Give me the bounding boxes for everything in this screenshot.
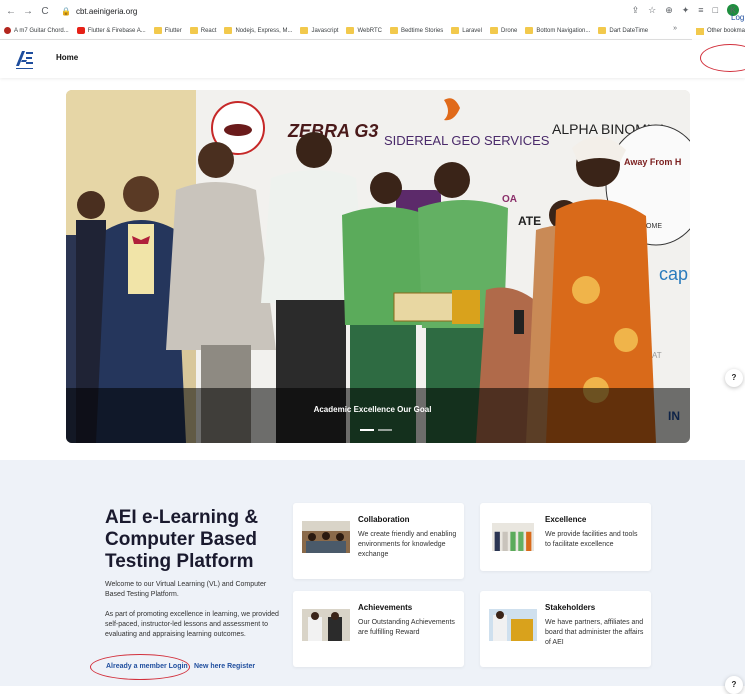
bookmark-folder[interactable]: Dart DateTime (594, 27, 652, 34)
hero-photo: ZEBRA G3 SIDEREAL GEO SERVICES ALPHA BIN… (66, 90, 690, 443)
address-bar[interactable]: cbt.aeinigeria.org (76, 7, 137, 16)
folder-icon (224, 27, 233, 34)
folder-icon (451, 27, 460, 34)
bookmark-item[interactable]: A m7 Guitar Chord... (0, 27, 73, 34)
intro-title: AEI e-Learning & Computer Based Testing … (105, 507, 259, 572)
help-button[interactable]: ? (725, 369, 743, 387)
card-thumbnail (302, 609, 350, 641)
bookmark-folder[interactable]: Drone (486, 27, 521, 34)
aei-logo[interactable] (14, 48, 34, 70)
youtube-icon (76, 27, 85, 34)
bookmark-folder[interactable]: Bottom Navigation... (521, 27, 594, 34)
card-thumbnail (302, 521, 350, 553)
folder-icon (346, 27, 355, 34)
bookmark-folder[interactable]: WebRTC (342, 27, 385, 34)
guitar-icon (4, 27, 11, 34)
banner-text: SIDEREAL GEO SERVICES (384, 133, 550, 148)
help-button[interactable]: ? (725, 676, 743, 694)
carousel-indicator[interactable] (360, 429, 374, 431)
folder-icon (189, 27, 198, 34)
card-text: We create friendly and enabling environm… (358, 531, 457, 558)
card-title: Collaboration (358, 515, 410, 524)
bookmark-folder[interactable]: React (186, 27, 221, 34)
bookmark-folder[interactable]: Bedtime Stories (386, 27, 447, 34)
card-title: Excellence (545, 515, 587, 524)
hero-caption: Academic Excellence Our Goal (313, 405, 432, 414)
banner-text: cap (659, 264, 688, 284)
bookmark-folder[interactable]: Javascript (296, 27, 342, 34)
reading-list-icon[interactable]: ≡ (698, 5, 703, 15)
bookmarks-overflow-icon[interactable]: » (673, 25, 677, 32)
folder-icon (695, 27, 704, 35)
card-title: Stakeholders (545, 603, 596, 612)
banner-text: ATE (518, 214, 541, 228)
hero-carousel[interactable]: ZEBRA G3 SIDEREAL GEO SERVICES ALPHA BIN… (66, 90, 690, 443)
folder-icon (300, 27, 309, 34)
folder-icon (489, 27, 498, 34)
extension-icon[interactable]: ⊕ (665, 5, 673, 16)
star-icon[interactable]: ☆ (648, 5, 656, 16)
folder-icon (389, 27, 398, 34)
bookmark-folder[interactable]: Nodejs, Express, M... (220, 27, 296, 34)
intro-welcome-text: Welcome to our Virtual Learning (VL) and… (105, 581, 267, 598)
carousel-indicator[interactable] (378, 429, 392, 431)
header-login-link[interactable]: Log (731, 13, 744, 22)
reload-icon[interactable]: C (39, 6, 51, 17)
browser-toolbar: ← → C 🔒 cbt.aeinigeria.org ⇪ ☆ ⊕ ✦ ≡ □ K (0, 0, 745, 22)
forward-icon[interactable]: → (22, 6, 34, 17)
carousel-indicators (360, 429, 392, 431)
bookmark-folder[interactable]: Laravel (447, 27, 486, 34)
sidepanel-icon[interactable]: □ (713, 5, 718, 15)
bookmark-folder[interactable]: Flutter (150, 27, 186, 34)
nav-home-link[interactable]: Home (56, 53, 78, 62)
feature-card-collaboration: Collaboration We create friendly and ena… (293, 503, 464, 579)
puzzle-icon[interactable]: ✦ (682, 5, 690, 16)
folder-icon (598, 27, 607, 34)
intro-body-text: As part of promoting excellence in learn… (105, 611, 279, 638)
bookmarks-bar: A m7 Guitar Chord... Flutter & Firebase … (0, 22, 745, 40)
banner-text: AT (652, 351, 662, 360)
folder-icon (153, 27, 162, 34)
feature-card-achievements: Achievements Our Outstanding Achievement… (293, 591, 464, 667)
other-bookmarks[interactable]: Other bookma (691, 22, 745, 40)
register-link[interactable]: New here Register (194, 663, 255, 670)
card-thumbnail (489, 609, 537, 641)
banner-text: OA (502, 194, 517, 205)
card-title: Achievements (358, 603, 413, 612)
folder-icon (525, 27, 534, 34)
banner-text: Away From H (624, 157, 681, 167)
bookmark-item[interactable]: Flutter & Firebase A... (73, 27, 150, 34)
card-text: We provide facilities and tools to facil… (545, 531, 638, 548)
card-thumbnail (492, 523, 534, 551)
annotation-circle (90, 654, 190, 680)
feature-card-stakeholders: Stakeholders We have partners, affiliate… (480, 591, 651, 667)
back-icon[interactable]: ← (5, 6, 17, 17)
card-text: Our Outstanding Achievements are fulfill… (358, 619, 455, 636)
feature-card-excellence: Excellence We provide facilities and too… (480, 503, 651, 571)
site-header: Home (0, 40, 745, 78)
lock-icon[interactable]: 🔒 (61, 7, 71, 16)
card-text: We have partners, affiliates and board t… (545, 619, 644, 646)
share-icon[interactable]: ⇪ (632, 5, 640, 16)
